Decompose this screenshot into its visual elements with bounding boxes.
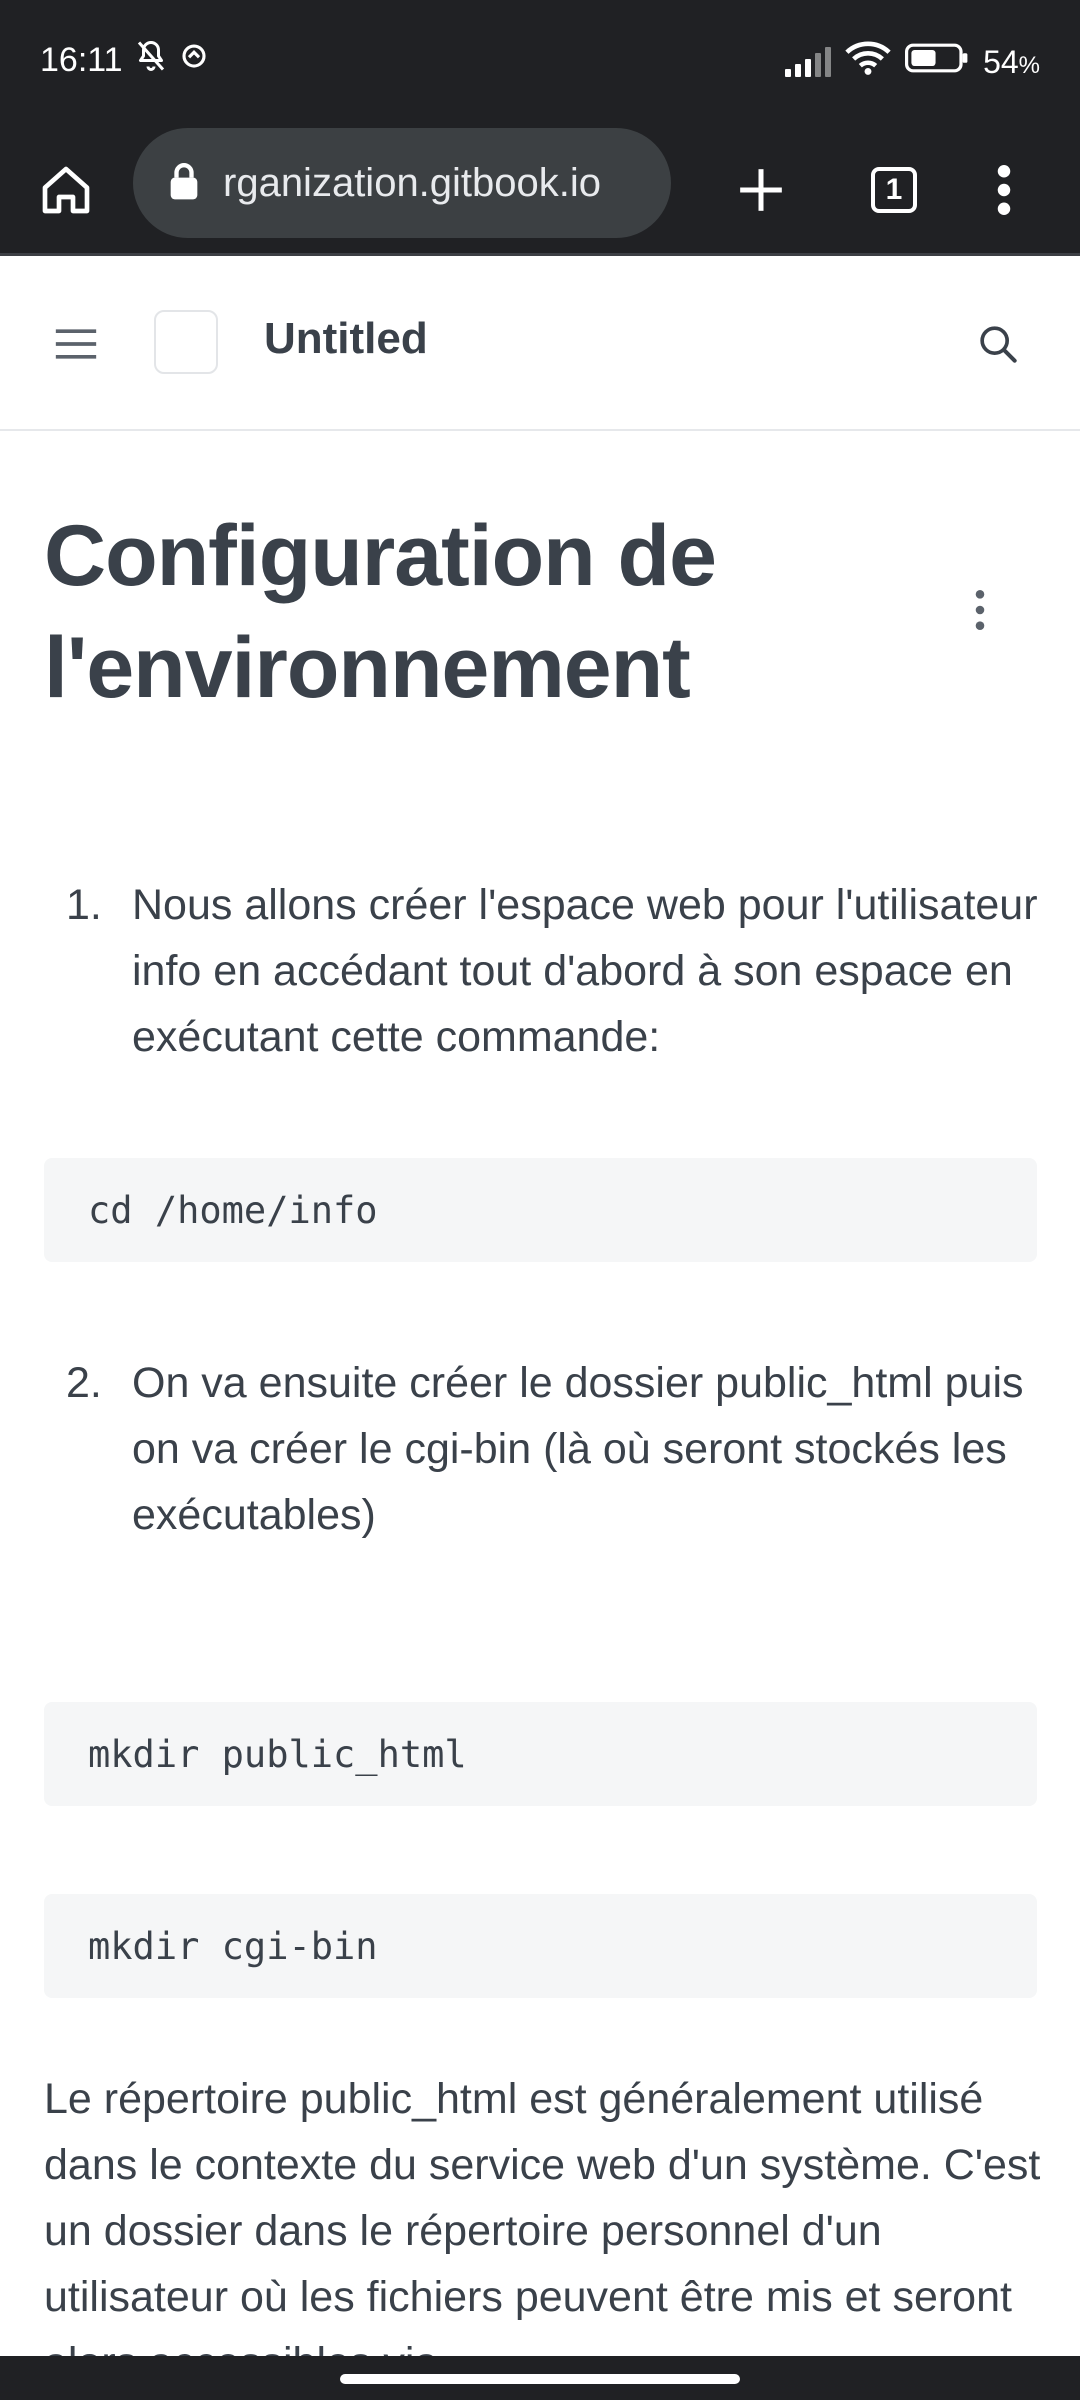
page-title: Configuration de l'environnement (44, 508, 717, 716)
status-right: 54% (785, 40, 1040, 84)
code-text[interactable]: mkdir cgi-bin (88, 1925, 378, 1968)
site-title[interactable]: Untitled (264, 314, 428, 364)
code-text[interactable]: mkdir public_html (88, 1733, 467, 1776)
home-icon (42, 166, 90, 214)
site-header: Untitled (0, 258, 1080, 431)
battery-icon (905, 42, 969, 82)
new-tab-button[interactable] (725, 154, 797, 226)
plus-icon (740, 169, 782, 211)
home-button[interactable] (30, 154, 102, 226)
code-block[interactable]: mkdir cgi-bin (44, 1894, 1037, 1998)
browser-toolbar: rganization.gitbook.io 1 (0, 128, 1080, 256)
status-time: 16:11 (40, 41, 123, 79)
home-gesture-handle[interactable] (340, 2374, 740, 2384)
wifi-icon (845, 40, 891, 84)
address-bar[interactable]: rganization.gitbook.io (133, 128, 671, 238)
list-item: 2. On va ensuite créer le dossier public… (44, 1350, 1044, 1550)
list-item-number: 1. (66, 881, 102, 929)
tab-switcher-button[interactable]: 1 (858, 154, 930, 226)
site-logo[interactable] (154, 310, 218, 374)
list-item: 1. Nous allons créer l'espace web pour l… (44, 872, 1044, 1072)
more-vertical-icon (997, 165, 1011, 215)
status-left: 16:11 (40, 38, 209, 83)
menu-button[interactable] (50, 320, 102, 368)
signal-icon (785, 47, 832, 77)
hamburger-menu-icon (55, 329, 97, 359)
code-text[interactable]: cd /home/info (88, 1189, 378, 1232)
list-item-number: 2. (66, 1359, 102, 1407)
page-actions-button[interactable] (960, 580, 1000, 640)
gesture-navigation-bar (0, 2356, 1080, 2400)
list-item-text: On va ensuite créer le dossier public_ht… (132, 1359, 1024, 1539)
search-icon (980, 326, 1017, 363)
sync-icon (179, 41, 209, 80)
tab-count: 1 (885, 173, 903, 206)
more-vertical-icon (975, 590, 985, 630)
code-block[interactable]: cd /home/info (44, 1158, 1037, 1262)
battery-unit: % (1018, 51, 1040, 79)
battery-level: 54% (983, 43, 1040, 80)
search-button[interactable] (970, 316, 1026, 372)
status-bar: 16:11 54% (0, 0, 1080, 128)
lock-icon[interactable] (167, 161, 201, 206)
url-text[interactable]: rganization.gitbook.io (223, 161, 663, 206)
list-item-text: Nous allons créer l'espace web pour l'ut… (132, 881, 1038, 1061)
muted-bell-icon (133, 38, 169, 83)
code-block[interactable]: mkdir public_html (44, 1702, 1037, 1806)
body-paragraph: Le répertoire public_html est généraleme… (44, 2075, 1041, 2387)
tab-switcher-icon: 1 (871, 167, 917, 213)
browser-menu-button[interactable] (968, 154, 1040, 226)
